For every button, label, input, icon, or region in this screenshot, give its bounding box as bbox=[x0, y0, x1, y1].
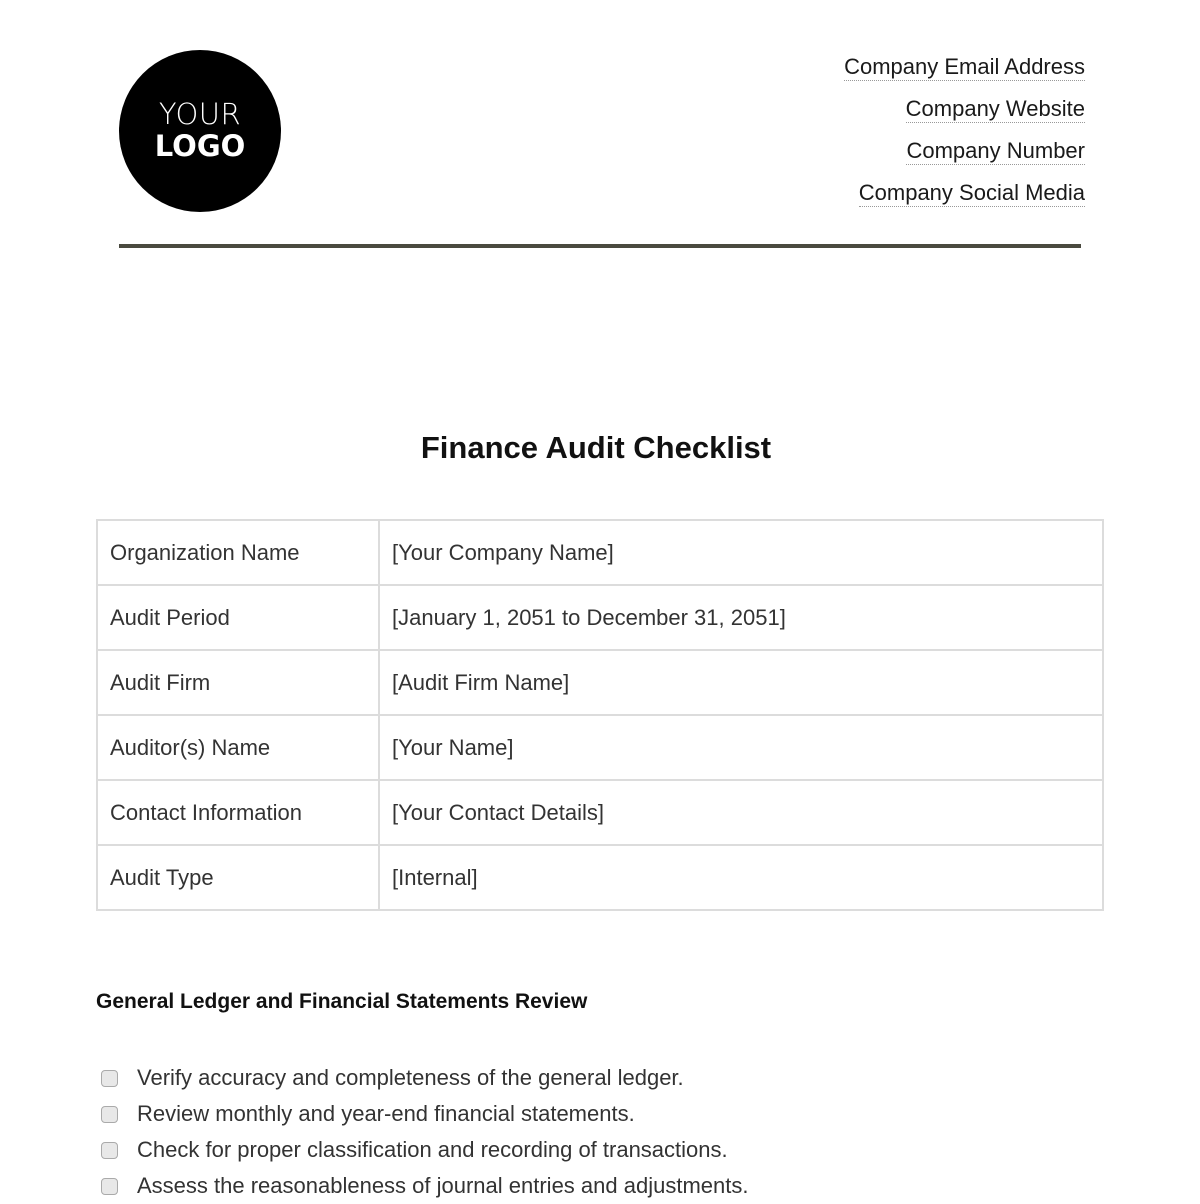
table-row: Auditor(s) Name [Your Name] bbox=[96, 714, 1104, 781]
checkbox[interactable] bbox=[101, 1105, 118, 1123]
info-label: Contact Information bbox=[96, 779, 380, 846]
table-row: Audit Firm [Audit Firm Name] bbox=[96, 649, 1104, 716]
checklist-item: Review monthly and year-end financial st… bbox=[101, 1096, 748, 1132]
checklist-item: Assess the reasonableness of journal ent… bbox=[101, 1168, 748, 1204]
checkbox[interactable] bbox=[101, 1177, 118, 1195]
company-number-link[interactable]: Company Number bbox=[906, 138, 1085, 165]
logo-line-1: YOUR bbox=[158, 97, 242, 131]
checklist-item-text: Check for proper classification and reco… bbox=[137, 1137, 728, 1162]
checklist-item-text: Review monthly and year-end financial st… bbox=[137, 1101, 635, 1126]
table-row: Organization Name [Your Company Name] bbox=[96, 519, 1104, 586]
table-row: Audit Type [Internal] bbox=[96, 844, 1104, 911]
table-row: Audit Period [January 1, 2051 to Decembe… bbox=[96, 584, 1104, 651]
table-row: Contact Information [Your Contact Detail… bbox=[96, 779, 1104, 846]
checklist-item-text: Assess the reasonableness of journal ent… bbox=[137, 1173, 749, 1198]
checkbox[interactable] bbox=[101, 1069, 118, 1087]
info-value[interactable]: [Your Name] bbox=[378, 714, 1104, 781]
info-value[interactable]: [January 1, 2051 to December 31, 2051] bbox=[378, 584, 1104, 651]
info-value[interactable]: [Internal] bbox=[378, 844, 1104, 911]
section-heading: General Ledger and Financial Statements … bbox=[96, 990, 588, 1013]
company-social-media-link[interactable]: Company Social Media bbox=[858, 180, 1085, 207]
company-website-link[interactable]: Company Website bbox=[905, 96, 1085, 123]
info-label: Audit Period bbox=[96, 584, 380, 651]
info-value[interactable]: [Your Company Name] bbox=[378, 519, 1104, 586]
document-title: Finance Audit Checklist bbox=[420, 430, 772, 465]
checklist-item-text: Verify accuracy and completeness of the … bbox=[137, 1065, 684, 1090]
company-logo: YOUR LOGO bbox=[119, 50, 281, 212]
info-label: Audit Firm bbox=[96, 649, 380, 716]
company-email-link[interactable]: Company Email Address bbox=[844, 54, 1085, 81]
header-divider bbox=[119, 244, 1081, 248]
info-label: Audit Type bbox=[96, 844, 380, 911]
info-value[interactable]: [Your Contact Details] bbox=[378, 779, 1104, 846]
checkbox[interactable] bbox=[101, 1141, 118, 1159]
info-label: Auditor(s) Name bbox=[96, 714, 380, 781]
checklist-item: Verify accuracy and completeness of the … bbox=[101, 1060, 748, 1096]
info-value[interactable]: [Audit Firm Name] bbox=[378, 649, 1104, 716]
checklist: Verify accuracy and completeness of the … bbox=[101, 1060, 748, 1204]
company-contacts: Company Email Address Company Website Co… bbox=[844, 54, 1085, 222]
checklist-item: Check for proper classification and reco… bbox=[101, 1132, 748, 1168]
info-label: Organization Name bbox=[96, 519, 380, 586]
logo-line-2: LOGO bbox=[154, 129, 246, 163]
audit-info-table: Organization Name [Your Company Name] Au… bbox=[96, 519, 1104, 911]
